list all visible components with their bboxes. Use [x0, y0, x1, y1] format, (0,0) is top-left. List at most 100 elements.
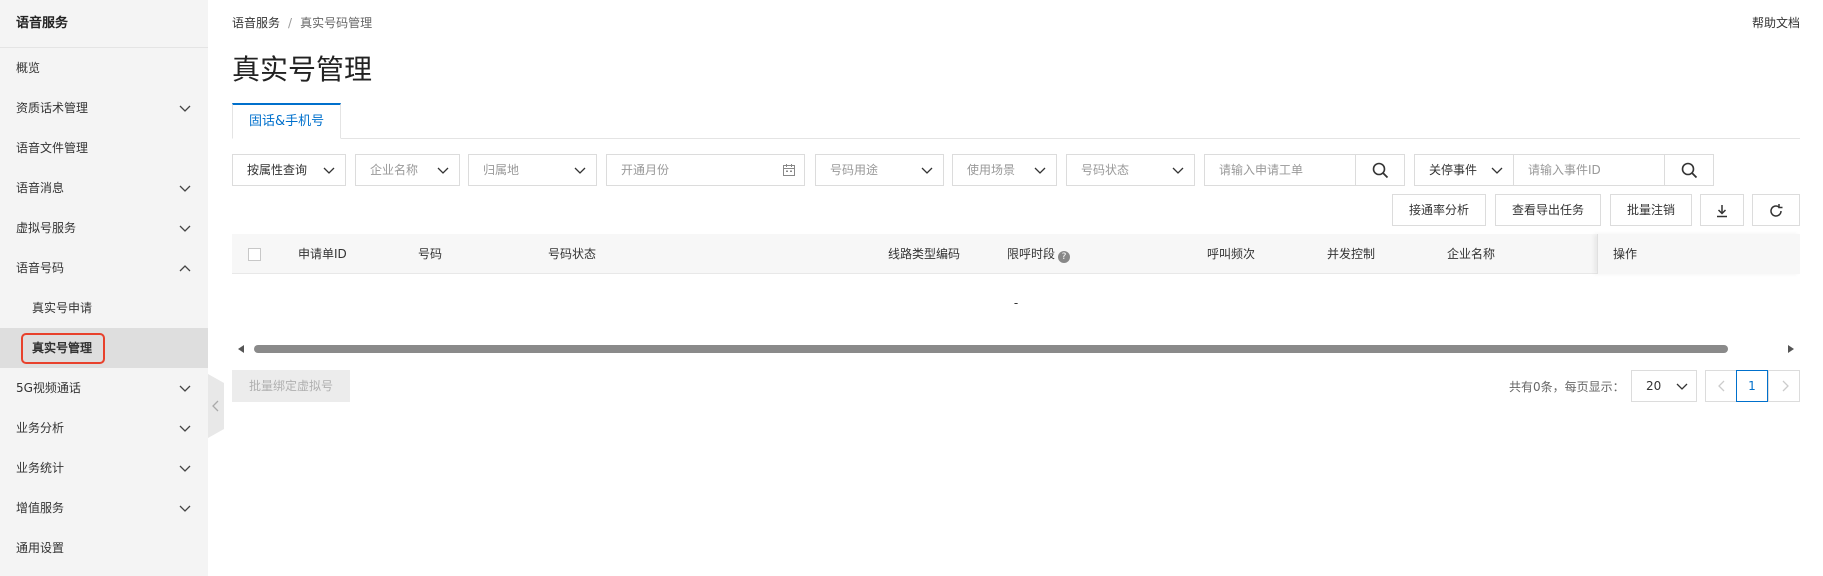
sidebar-item-label: 语音文件管理	[16, 141, 89, 155]
refresh-icon	[1770, 204, 1783, 217]
sidebar-item-business-analysis[interactable]: 业务分析	[0, 408, 208, 448]
sidebar-collapse-handle[interactable]	[208, 374, 224, 438]
scroll-right-arrow-icon[interactable]	[1788, 345, 1794, 353]
highlight-box	[21, 333, 105, 364]
open-month-picker[interactable]: 开通月份	[606, 154, 805, 186]
prev-page-button[interactable]	[1705, 370, 1737, 402]
table-header: 申请单ID 号码 号码状态 线路类型编码 限呼时段? 呼叫频次 并发控制 企业名…	[232, 234, 1800, 274]
open-month-placeholder: 开通月份	[621, 163, 670, 177]
batch-cancel-button[interactable]: 批量注销	[1610, 194, 1692, 226]
table-empty-text: -	[1013, 296, 1019, 310]
tab-bar: 固话&手机号	[232, 103, 1800, 139]
sidebar-item-general-settings[interactable]: 通用设置	[0, 528, 208, 568]
event-search-button[interactable]	[1664, 154, 1714, 186]
breadcrumb: 语音服务 / 真实号码管理	[232, 14, 372, 31]
location-select[interactable]: 归属地	[468, 154, 597, 186]
chevron-down-icon	[179, 225, 191, 232]
column-header-number: 号码	[418, 247, 443, 261]
refresh-button[interactable]	[1752, 194, 1800, 226]
download-button[interactable]	[1700, 194, 1744, 226]
sidebar-item-label: 5G视频通话	[16, 381, 81, 395]
column-header-apply-id: 申请单ID	[298, 247, 347, 261]
sidebar: 语音服务 概览 资质话术管理 语音文件管理 语音消息 虚拟号服务 语音号码 真实…	[0, 0, 208, 576]
event-id-placeholder: 请输入事件ID	[1528, 163, 1601, 177]
page-size-value: 20	[1646, 379, 1662, 393]
sidebar-item-label: 虚拟号服务	[16, 221, 77, 235]
column-header-call-time-limit-label: 限呼时段	[1007, 247, 1056, 261]
calendar-icon	[783, 164, 795, 176]
chevron-down-icon	[921, 167, 933, 174]
breadcrumb-current: 真实号码管理	[300, 16, 373, 30]
ticket-input-placeholder: 请输入申请工单	[1219, 163, 1304, 177]
ticket-input[interactable]: 请输入申请工单	[1204, 154, 1356, 186]
column-header-call-time-limit: 限呼时段?	[1007, 234, 1071, 274]
help-docs-link[interactable]: 帮助文档	[1752, 14, 1800, 31]
chevron-left-icon	[1718, 380, 1725, 392]
column-header-line-type-code: 线路类型编码	[888, 247, 961, 261]
sidebar-item-real-number-manage[interactable]: 真实号管理	[0, 328, 208, 368]
connect-rate-analysis-button[interactable]: 接通率分析	[1392, 194, 1486, 226]
sidebar-title: 语音服务	[0, 0, 208, 48]
select-all-checkbox[interactable]	[248, 248, 261, 261]
column-header-company: 企业名称	[1447, 247, 1496, 261]
usage-select[interactable]: 号码用途	[815, 154, 944, 186]
query-type-value: 按属性查询	[247, 163, 308, 177]
scene-placeholder: 使用场景	[967, 163, 1016, 177]
view-export-tasks-button[interactable]: 查看导出任务	[1495, 194, 1601, 226]
sidebar-item-label: 增值服务	[16, 501, 65, 515]
sidebar-item-label: 语音消息	[16, 181, 65, 195]
next-page-button[interactable]	[1768, 370, 1800, 402]
scroll-left-arrow-icon[interactable]	[238, 345, 244, 353]
sidebar-item-label: 通用设置	[16, 541, 65, 555]
chevron-down-icon	[1034, 167, 1046, 174]
chevron-down-icon	[179, 425, 191, 432]
chevron-down-icon	[179, 185, 191, 192]
chevron-down-icon	[1491, 167, 1503, 174]
company-placeholder: 企业名称	[370, 163, 419, 177]
page-title: 真实号管理	[232, 53, 373, 86]
sidebar-item-voice-messages[interactable]: 语音消息	[0, 168, 208, 208]
scrollbar-thumb[interactable]	[254, 345, 1728, 353]
sidebar-item-label: 概览	[16, 61, 41, 75]
page-size-select[interactable]: 20	[1631, 370, 1697, 402]
search-icon	[1372, 162, 1389, 179]
sidebar-item-real-number-apply[interactable]: 真实号申请	[0, 288, 208, 328]
sidebar-item-voice-files[interactable]: 语音文件管理	[0, 128, 208, 168]
sidebar-item-label: 资质话术管理	[16, 101, 89, 115]
sidebar-item-voice-numbers[interactable]: 语音号码	[0, 248, 208, 288]
chevron-up-icon	[179, 265, 191, 272]
chevron-down-icon	[574, 167, 586, 174]
search-icon	[1681, 162, 1698, 179]
main-content: 语音服务 / 真实号码管理 帮助文档 真实号管理 固话&手机号 按属性查询 企业名称…	[232, 0, 1800, 576]
tab-landline-mobile[interactable]: 固话&手机号	[232, 103, 342, 139]
chevron-down-icon	[179, 505, 191, 512]
sidebar-item-label: 业务分析	[16, 421, 65, 435]
ticket-search-button[interactable]	[1355, 154, 1405, 186]
query-type-select[interactable]: 按属性查询	[232, 154, 346, 186]
download-icon	[1717, 205, 1727, 218]
chevron-down-icon	[1676, 383, 1688, 390]
help-question-icon[interactable]: ?	[1058, 251, 1071, 263]
chevron-down-icon	[1172, 167, 1184, 174]
batch-bind-virtual-number-button[interactable]: 批量绑定虚拟号	[232, 370, 350, 402]
chevron-down-icon	[179, 465, 191, 472]
breadcrumb-root[interactable]: 语音服务	[232, 16, 280, 30]
sidebar-item-business-stats[interactable]: 业务统计	[0, 448, 208, 488]
scene-select[interactable]: 使用场景	[952, 154, 1057, 186]
sidebar-item-virtual-number[interactable]: 虚拟号服务	[0, 208, 208, 248]
sidebar-item-qualification[interactable]: 资质话术管理	[0, 88, 208, 128]
status-select[interactable]: 号码状态	[1066, 154, 1195, 186]
event-id-input[interactable]: 请输入事件ID	[1513, 154, 1665, 186]
sidebar-item-value-added[interactable]: 增值服务	[0, 488, 208, 528]
chevron-down-icon	[323, 167, 335, 174]
event-type-select[interactable]: 关停事件	[1414, 154, 1514, 186]
column-header-number-status: 号码状态	[548, 247, 597, 261]
column-header-call-frequency: 呼叫频次	[1207, 247, 1256, 261]
sidebar-item-overview[interactable]: 概览	[0, 48, 208, 88]
page-number-current[interactable]: 1	[1736, 370, 1768, 402]
chevron-down-icon	[437, 167, 449, 174]
company-select[interactable]: 企业名称	[355, 154, 460, 186]
pagination-total-text: 共有0条，每页显示：	[1509, 380, 1625, 394]
sidebar-item-5g-video[interactable]: 5G视频通话	[0, 368, 208, 408]
horizontal-scrollbar[interactable]	[232, 342, 1800, 356]
